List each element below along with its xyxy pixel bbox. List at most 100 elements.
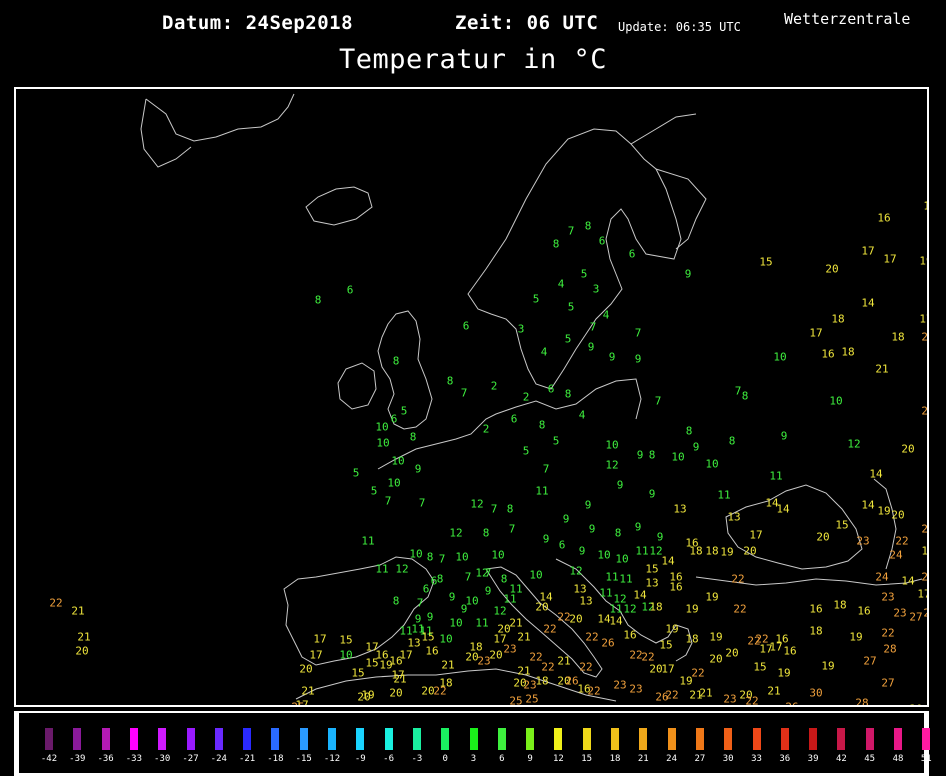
station-temp-label: 15 — [753, 660, 767, 674]
station-temp-label: 12 — [493, 604, 507, 618]
legend-tick-label: -33 — [125, 754, 143, 764]
legend-swatch — [158, 728, 167, 750]
station-temp-label: 17 — [313, 632, 327, 646]
legend-swatch — [894, 728, 902, 750]
legend-swatch — [299, 728, 308, 750]
station-temp-label: 21 — [699, 686, 713, 700]
station-temp-label: 13 — [573, 582, 587, 596]
station-temp-label: 26 — [655, 690, 669, 704]
legend-tick-label: 36 — [779, 754, 791, 764]
station-temp-label: 18 — [841, 345, 855, 359]
station-temp-label: 7 — [634, 326, 642, 340]
legend-tick-label: -24 — [210, 754, 227, 764]
station-temp-label: 11 — [475, 616, 489, 630]
station-temp-label: 17 — [883, 252, 897, 266]
station-temp-label: 16 — [821, 347, 835, 361]
station-temp-label: 21 — [77, 630, 91, 644]
station-temp-label: 14 — [901, 574, 915, 588]
station-temp-label: 7 — [542, 462, 550, 476]
station-temp-label: 10 — [597, 548, 611, 562]
station-temp-label: 17 — [399, 648, 413, 662]
station-temp-label: 15 — [835, 518, 849, 532]
station-temp-label: 18 — [833, 598, 847, 612]
station-temp-label: 8 — [314, 293, 322, 307]
station-temp-label: 26 — [717, 706, 730, 708]
station-temp-label: 8 — [436, 572, 444, 586]
station-temp-label: 16 — [623, 628, 637, 642]
station-temp-label: 8 — [728, 434, 736, 448]
station-temp-label: 9 — [484, 584, 492, 598]
legend-tick-label: 21 — [637, 754, 649, 764]
legend-tick-label: -12 — [323, 754, 341, 764]
station-temp-label: 9 — [616, 478, 624, 492]
date-label: Datum: 24Sep2018 — [162, 12, 354, 34]
station-temp-label: 5 — [564, 332, 572, 346]
station-temp-label: 25 — [525, 692, 539, 706]
station-temp-label: 5 — [352, 466, 360, 480]
station-temp-label: 10 — [615, 552, 629, 566]
station-temp-label: 11 — [375, 562, 389, 576]
station-temp-label: 9 — [780, 429, 788, 443]
station-temp-label: 20 — [743, 544, 757, 558]
legend-tick-label: 6 — [499, 754, 505, 764]
station-temp-label: 20 — [421, 684, 435, 698]
station-temp-label: 23 — [893, 606, 907, 620]
legend-tick-label: -18 — [267, 754, 284, 764]
station-temp-label: 10 — [376, 436, 390, 450]
station-temp-label: 9 — [634, 352, 642, 366]
legend-swatch — [724, 728, 733, 750]
legend-swatch — [186, 728, 195, 750]
station-temp-label: 15 — [645, 562, 659, 576]
station-temp-label: 10 — [375, 420, 389, 434]
station-temp-label: 8 — [409, 430, 417, 444]
legend-swatch — [554, 728, 563, 750]
station-temp-label: 4 — [602, 308, 610, 322]
station-temp-label: 11 — [503, 592, 517, 606]
station-temp-label: 10 — [387, 476, 401, 490]
station-temp-label: 17 — [309, 648, 323, 662]
station-temp-label: 10 — [671, 450, 685, 464]
station-temp-label: 10 — [773, 350, 787, 364]
station-temp-label: 22 — [691, 666, 705, 680]
station-temp-label: 5 — [580, 267, 588, 281]
station-temp-label: 10 — [449, 616, 463, 630]
station-temp-label: 18 — [831, 312, 845, 326]
station-temp-label: 19 — [919, 254, 927, 268]
station-temp-label: 6 — [628, 247, 636, 261]
legend-swatch — [582, 728, 591, 750]
station-temp-label: 9 — [584, 498, 592, 512]
station-temp-label: 9 — [636, 448, 644, 462]
station-temp-label: 30 — [809, 686, 823, 700]
legend-tick-label: 0 — [442, 754, 448, 764]
station-temp-label: 5 — [400, 404, 408, 418]
legend-swatch — [101, 728, 110, 750]
station-temp-label: 7 — [508, 522, 516, 536]
legend-tick-label: 45 — [864, 754, 876, 764]
station-temp-label: 22 — [895, 534, 909, 548]
station-temp-label: 19 — [849, 630, 863, 644]
station-temp-label: 21 — [301, 684, 315, 698]
station-temp-label: 16 — [425, 644, 439, 658]
color-legend: -42 -39 -36 -33 -30 -27 -24 -21 -18 -15 -12 -9 -6 -3 0… — [19, 713, 932, 773]
legend-swatch — [271, 728, 280, 750]
station-temp-label: 18 — [535, 674, 549, 688]
station-temp-label: 28 — [855, 696, 869, 707]
station-temp-label: 5 — [552, 434, 560, 448]
station-temp-label: 20 — [535, 600, 549, 614]
finland-russia-coast — [630, 113, 707, 250]
station-temp-label: 16 — [669, 580, 683, 594]
legend-swatch — [73, 728, 82, 750]
legend-swatch — [695, 728, 704, 750]
station-temp-label: 9 — [448, 590, 456, 604]
station-temp-label: 10 — [829, 394, 843, 408]
station-temp-label: 5 — [532, 292, 540, 306]
station-temp-label: 12 — [569, 564, 583, 578]
station-temp-label: 11 — [619, 572, 633, 586]
legend-tick-label: -9 — [354, 754, 366, 764]
legend-tick-label: -27 — [182, 754, 199, 764]
station-temp-label: 5 — [522, 444, 530, 458]
station-temp-label: 5 — [370, 484, 378, 498]
station-temp-label: 23 — [921, 404, 928, 418]
station-temp-label: 13 — [407, 636, 421, 650]
station-temp-label: 17 — [861, 244, 875, 258]
